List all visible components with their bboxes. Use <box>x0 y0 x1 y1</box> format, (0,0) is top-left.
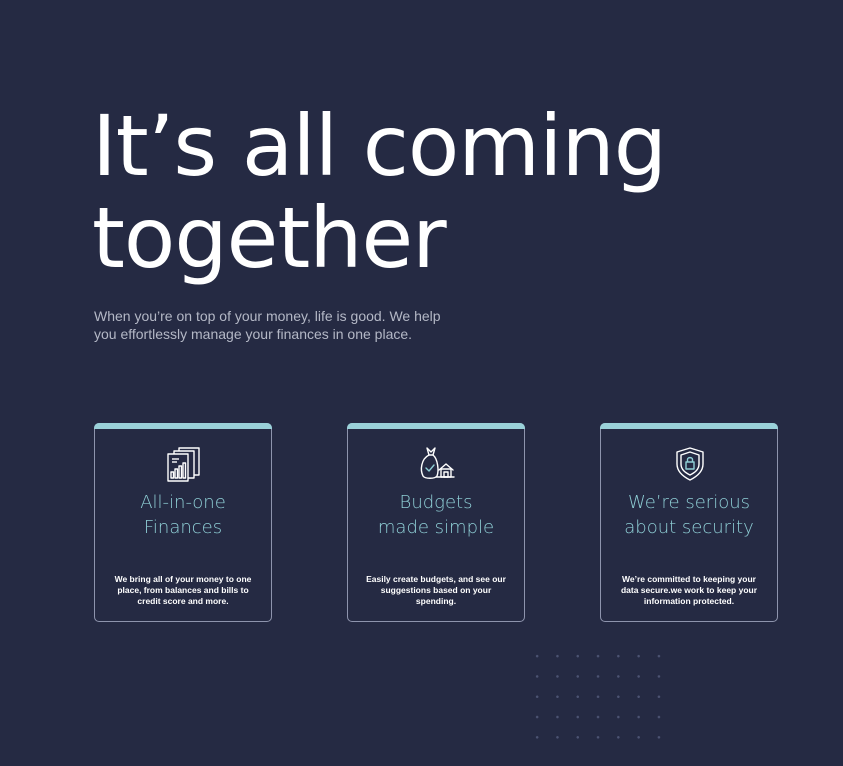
money-bag-house-icon <box>420 447 455 479</box>
decorative-dot-grid <box>527 646 677 756</box>
documents-chart-icon <box>167 447 200 482</box>
card-description: Easily create budgets, and see our sugge… <box>366 574 506 606</box>
card-title: We’re serious about security <box>624 492 754 538</box>
hero-title: It’s all coming together <box>92 97 667 287</box>
card-description: We’re committed to keeping your data sec… <box>620 574 758 606</box>
feature-card-finances: All-in-one Finances We bring all of your… <box>94 423 272 622</box>
security-shield-lock-icon <box>676 447 704 481</box>
card-title: All-in-one Finances <box>140 492 226 538</box>
card-description: We bring all of your money to one place,… <box>114 574 252 606</box>
hero-subtitle: When you’re on top of your money, life i… <box>94 308 441 342</box>
feature-card-security: We’re serious about security We’re commi… <box>600 423 778 622</box>
card-title: Budgets made simple <box>377 492 495 538</box>
feature-card-budgets: Budgets made simple Easily create budget… <box>347 423 525 622</box>
